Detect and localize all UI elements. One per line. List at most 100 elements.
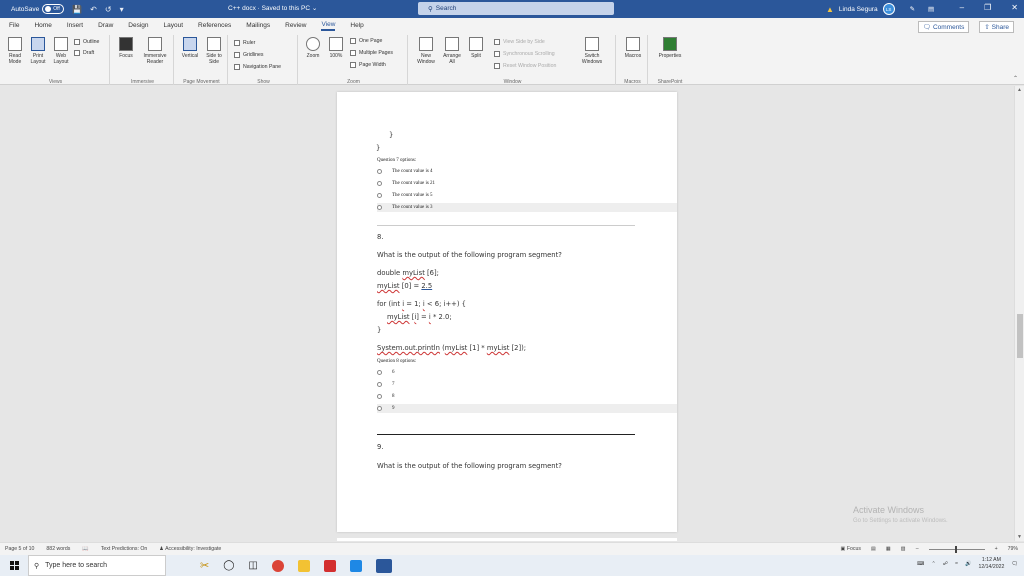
outline-button[interactable]: Outline xyxy=(74,39,99,45)
page-width-button[interactable]: Page Width xyxy=(350,62,386,68)
zoom-out-icon[interactable]: – xyxy=(916,546,919,552)
q8-option-1[interactable]: 6 xyxy=(377,370,395,375)
minimize-icon[interactable]: – xyxy=(960,3,964,12)
snipping-tool-icon[interactable]: ✂ xyxy=(200,559,209,572)
tab-insert[interactable]: Insert xyxy=(67,22,83,29)
proofing-icon[interactable]: 📖 xyxy=(82,546,88,552)
web-layout-icon[interactable]: ▧ xyxy=(901,546,906,552)
ribbon-display-icon[interactable]: ▤ xyxy=(928,5,934,13)
tab-design[interactable]: Design xyxy=(128,22,148,29)
zoom-100-button[interactable]: 100% xyxy=(326,37,346,59)
tab-home[interactable]: Home xyxy=(34,22,51,29)
word-icon[interactable] xyxy=(375,558,392,573)
read-mode-icon[interactable]: ▤ xyxy=(871,546,876,552)
q8-option-2[interactable]: 7 xyxy=(377,382,395,387)
zoom-in-icon[interactable]: + xyxy=(995,546,998,552)
avatar[interactable]: LS xyxy=(882,3,895,15)
network-icon[interactable]: ☍ xyxy=(943,561,948,567)
navigation-pane-checkbox[interactable]: Navigation Pane xyxy=(234,64,281,70)
customize-qat-icon[interactable]: ▾ xyxy=(120,5,124,14)
multiple-pages-button[interactable]: Multiple Pages xyxy=(350,50,393,56)
q7-option-3[interactable]: The count value is 5 xyxy=(377,193,433,198)
tray-chevron-icon[interactable]: ⌃ xyxy=(931,561,935,567)
q7-option-1[interactable]: The count value is 4 xyxy=(377,169,433,174)
scroll-down-icon[interactable]: ▼ xyxy=(1017,534,1022,540)
read-mode-button[interactable]: Read Mode xyxy=(6,37,24,65)
properties-button[interactable]: Properties xyxy=(654,37,686,59)
tab-review[interactable]: Review xyxy=(285,22,306,29)
radio-button[interactable] xyxy=(377,370,382,375)
focus-button[interactable]: Focus xyxy=(116,37,136,59)
print-layout-button[interactable]: Print Layout xyxy=(28,37,48,65)
radio-button[interactable] xyxy=(377,181,382,186)
collapse-ribbon-icon[interactable]: ⌃ xyxy=(1013,75,1018,82)
autosave-control[interactable]: AutoSave Off xyxy=(11,4,65,14)
view-side-by-side-button[interactable]: View Side by Side xyxy=(494,39,545,45)
page-count[interactable]: Page 5 of 10 xyxy=(5,546,34,552)
zoom-level[interactable]: 79% xyxy=(1008,546,1018,552)
task-view-icon[interactable]: ◫ xyxy=(248,560,257,571)
autosave-toggle[interactable]: Off xyxy=(42,4,65,14)
taskbar-search[interactable]: ⚲ Type here to search xyxy=(28,555,166,576)
user-name[interactable]: Linda Segura xyxy=(839,6,878,13)
text-predictions[interactable]: Text Predictions: On xyxy=(101,546,147,552)
save-icon[interactable]: 💾 xyxy=(72,5,82,14)
document-page[interactable]: } } Question 7 options: The count value … xyxy=(337,92,677,532)
side-to-side-button[interactable]: Side to Side xyxy=(203,37,225,65)
share-button[interactable]: ⇧ Share xyxy=(979,21,1014,33)
vertical-button[interactable]: Vertical xyxy=(179,37,201,59)
radio-button[interactable] xyxy=(377,205,382,210)
zoom-slider[interactable] xyxy=(928,545,985,553)
undo-icon[interactable]: ↶ xyxy=(90,5,97,14)
comments-button[interactable]: 🗨 Comments xyxy=(917,21,970,33)
q7-option-4[interactable]: The count value is 3 xyxy=(377,205,433,210)
radio-button[interactable] xyxy=(377,193,382,198)
tab-view[interactable]: View xyxy=(321,21,336,31)
document-area[interactable]: } } Question 7 options: The count value … xyxy=(0,86,1014,541)
radio-button[interactable] xyxy=(377,394,382,399)
macros-button[interactable]: Macros xyxy=(622,37,644,59)
tab-references[interactable]: References xyxy=(198,22,231,29)
arrange-all-button[interactable]: Arrange All xyxy=(440,37,464,65)
scroll-up-icon[interactable]: ▲ xyxy=(1017,87,1022,93)
tab-mailings[interactable]: Mailings xyxy=(246,22,270,29)
volume-icon[interactable]: 🔊 xyxy=(965,561,971,567)
synchronous-scrolling-button[interactable]: Synchronous Scrolling xyxy=(494,51,555,57)
radio-button[interactable] xyxy=(377,406,382,411)
scroll-thumb[interactable] xyxy=(1017,314,1023,358)
warning-icon[interactable]: ▲ xyxy=(826,5,834,14)
document-title[interactable]: C++ docx · Saved to this PC ⌄ xyxy=(228,4,317,12)
q7-option-2[interactable]: The count value is 21 xyxy=(377,181,435,186)
start-button[interactable] xyxy=(0,555,28,576)
clock[interactable]: 1:12 AM 12/14/2022 xyxy=(978,557,1004,571)
file-explorer-icon[interactable] xyxy=(297,559,310,572)
print-layout-icon[interactable]: ▦ xyxy=(886,546,891,552)
one-page-button[interactable]: One Page xyxy=(350,38,382,44)
switch-windows-button[interactable]: Switch Windows xyxy=(578,37,606,65)
q8-option-3[interactable]: 8 xyxy=(377,394,395,399)
wifi-icon[interactable]: ≈ xyxy=(955,561,958,567)
restore-icon[interactable]: ❐ xyxy=(984,3,991,12)
draft-button[interactable]: Draft xyxy=(74,50,94,56)
next-page[interactable] xyxy=(337,538,677,541)
cortana-icon[interactable]: ◯ xyxy=(223,560,234,571)
split-button[interactable]: Split xyxy=(466,37,486,59)
tab-layout[interactable]: Layout xyxy=(164,22,184,29)
radio-button[interactable] xyxy=(377,382,382,387)
close-icon[interactable]: ✕ xyxy=(1011,3,1018,12)
search-box[interactable]: ⚲ Search xyxy=(418,2,614,15)
redo-icon[interactable]: ↺ xyxy=(105,5,112,14)
new-window-button[interactable]: New Window xyxy=(414,37,438,65)
word-count[interactable]: 882 words xyxy=(46,546,70,552)
pen-icon[interactable]: ✎ xyxy=(910,5,915,13)
web-layout-button[interactable]: Web Layout xyxy=(52,37,70,65)
vertical-scrollbar[interactable]: ▲ ▼ xyxy=(1014,86,1024,541)
tab-help[interactable]: Help xyxy=(350,22,363,29)
gridlines-checkbox[interactable]: Gridlines xyxy=(234,52,263,58)
ruler-checkbox[interactable]: Ruler xyxy=(234,40,255,46)
q8-option-4[interactable]: 9 xyxy=(377,406,395,411)
reset-window-position-button[interactable]: Reset Window Position xyxy=(494,63,556,69)
accessibility-status[interactable]: ♟ Accessibility: Investigate xyxy=(159,546,221,552)
zoom-button[interactable]: Zoom xyxy=(303,37,323,59)
radio-button[interactable] xyxy=(377,169,382,174)
